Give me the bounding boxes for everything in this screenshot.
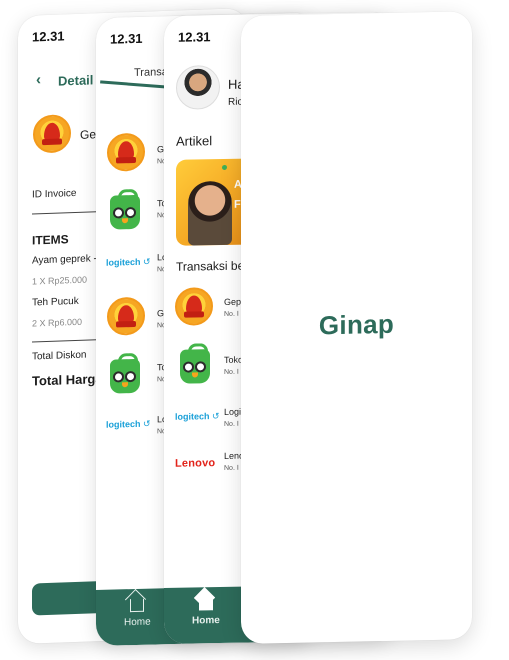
home-icon [198, 597, 213, 611]
back-arrow-icon[interactable]: ‹ [36, 71, 41, 88]
logitech-logo-icon: logitech ↺ [106, 256, 151, 268]
transaction-name[interactable]: Logi [224, 407, 241, 417]
tokopedia-logo-icon [180, 349, 210, 384]
transaction-sub: No. I [224, 310, 239, 318]
transaction-name[interactable]: Gep [224, 297, 241, 307]
banner-dot [222, 164, 227, 170]
divider [32, 210, 104, 215]
tokopedia-logo-icon [110, 194, 140, 230]
nav-home[interactable]: Home [192, 597, 220, 627]
item-name: Ayam geprek - [32, 253, 97, 267]
tokopedia-logo-icon [110, 358, 140, 394]
splash-screen: Ginap [241, 11, 472, 644]
merchant-name: Ge [80, 127, 97, 142]
total-price-label: Total Harga [32, 371, 103, 389]
transaction-sub: No. I [224, 464, 239, 472]
avatar[interactable] [176, 65, 220, 110]
banner-person-image [188, 180, 232, 246]
transaction-sub: No. I [224, 368, 239, 376]
nav-home-label: Home [124, 616, 151, 629]
items-title: ITEMS [32, 232, 69, 248]
tab-transactions[interactable]: Transa [134, 66, 168, 79]
nav-home[interactable]: Home [124, 598, 151, 629]
invoice-label: ID Invoice [32, 187, 77, 201]
logitech-logo-icon: logitech ↺ [106, 418, 151, 430]
item-qty: 1 X Rp25.000 [32, 274, 88, 287]
item-name: Teh Pucuk [32, 295, 79, 309]
home-icon [130, 598, 145, 613]
brand-logo-text: Ginap [318, 308, 395, 341]
logitech-logo-icon: logitech ↺ [175, 411, 220, 422]
geprek-logo-icon [107, 296, 145, 336]
lenovo-logo-icon: Lenovo [175, 457, 216, 470]
geprek-logo-icon [175, 287, 213, 326]
item-qty: 2 X Rp6.000 [32, 316, 83, 329]
article-title: Artikel [176, 133, 213, 149]
tab-indicator [100, 80, 168, 89]
total-discount-label: Total Diskon [32, 349, 87, 363]
recent-transactions-title: Transaksi be [176, 258, 245, 274]
app-screens-showcase: 12.31 ‹ Detail T Ge ID Invoice ITEMS Aya… [0, 0, 509, 660]
nav-home-label: Home [192, 615, 220, 627]
transaction-sub: No. I [224, 420, 239, 428]
geprek-logo-icon [33, 114, 71, 154]
status-time: 12.31 [32, 28, 65, 45]
geprek-logo-icon [107, 132, 145, 172]
divider [32, 338, 104, 343]
status-time: 12.31 [110, 30, 143, 47]
status-time: 12.31 [178, 29, 211, 45]
